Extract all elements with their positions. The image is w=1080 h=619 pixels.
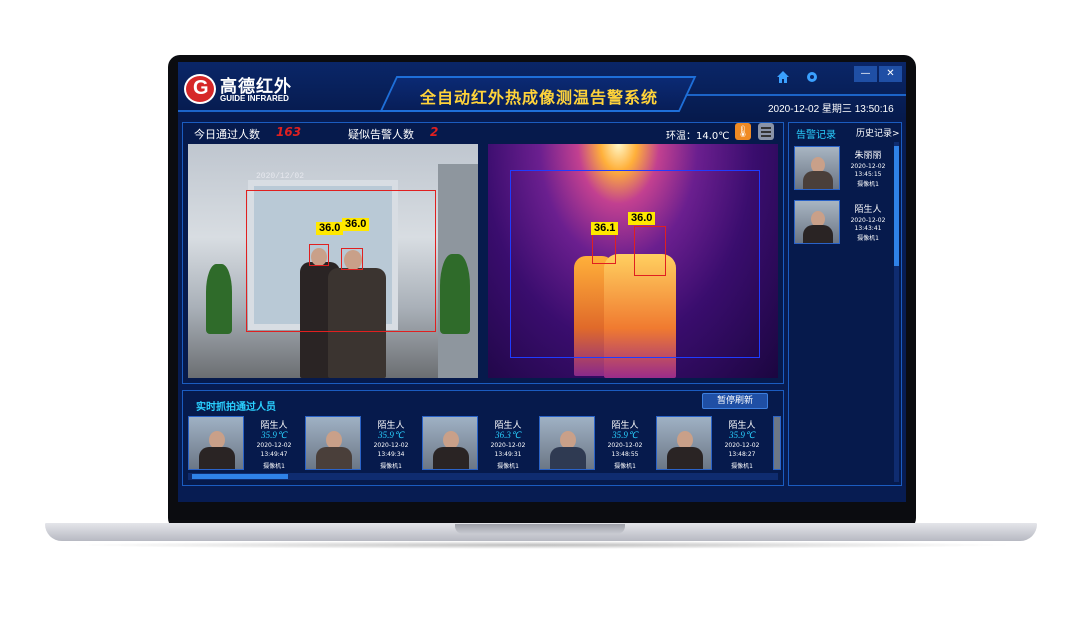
capture-card[interactable]: 陌生人 35.9℃ 2020-12-02 13:49:34 摄像机1 — [305, 416, 417, 472]
tab-history-records[interactable]: 历史记录> — [856, 126, 900, 139]
app-window: 高德红外 GUIDE INFRARED 全自动红外热成像测温告警系统 — ✕ 2… — [178, 62, 906, 502]
capture-device: 摄像机1 — [614, 463, 636, 470]
plant — [440, 254, 470, 334]
capture-device: 摄像机1 — [731, 463, 753, 470]
alarm-device: 摄像机1 — [857, 181, 879, 188]
face-box — [634, 226, 666, 276]
alarm-time: 13:43:41 — [854, 225, 882, 232]
thermometer-icon[interactable]: 🌡 — [735, 123, 751, 140]
logo-mark-icon — [184, 74, 216, 104]
temperature-tag: 36.1 — [591, 222, 619, 235]
close-button[interactable]: ✕ — [879, 66, 902, 82]
temperature-tag: 36.0 — [628, 212, 656, 225]
alarm-time: 13:45:15 — [854, 171, 882, 178]
capture-photo — [539, 416, 595, 470]
temperature-tag: 36.0 — [342, 218, 370, 231]
app-title: 全自动红外热成像测温告警系统 — [419, 88, 658, 107]
pause-refresh-button[interactable]: 暂停刷新 — [702, 393, 768, 409]
alarm-date: 2020-12-02 — [850, 163, 886, 170]
capture-device: 摄像机1 — [263, 463, 285, 470]
product-photo: 高德红外 GUIDE INFRARED 全自动红外热成像测温告警系统 — ✕ 2… — [0, 0, 1080, 619]
laptop-shadow — [65, 541, 1017, 549]
face-box — [592, 234, 616, 264]
face-box — [309, 244, 329, 266]
alarm-name: 朱丽丽 — [854, 151, 882, 161]
list-icon[interactable] — [758, 123, 774, 140]
logo-text-en: GUIDE INFRARED — [220, 94, 289, 103]
capture-card[interactable]: 陌生人 35.9℃ 2020-12-02 13:49:47 摄像机1 — [188, 416, 300, 472]
capture-photo-partial — [773, 416, 781, 470]
clock: 2020-12-02 星期三 13:50:16 — [768, 104, 894, 115]
passed-count-label: 今日通过人数 — [194, 128, 260, 141]
capture-time: 13:48:55 — [611, 451, 639, 458]
plant — [206, 264, 232, 334]
capture-device: 摄像机1 — [380, 463, 402, 470]
header-divider-right — [683, 94, 906, 96]
gear-icon[interactable] — [805, 70, 819, 84]
capture-card[interactable]: 陌生人 35.9℃ 2020-12-02 13:48:27 摄像机1 — [656, 416, 768, 472]
alarm-device: 摄像机1 — [857, 235, 879, 242]
capture-device: 摄像机1 — [497, 463, 519, 470]
ambient-temperature: 环温：14.0℃ — [666, 131, 730, 142]
alarm-record[interactable]: 陌生人 2020-12-02 13:43:41 摄像机1 — [794, 200, 894, 248]
suspect-count-label: 疑似告警人数 — [348, 128, 414, 141]
temperature-tag: 36.0 — [316, 222, 344, 235]
capture-date: 2020-12-02 — [607, 442, 643, 449]
alarm-date: 2020-12-02 — [850, 217, 886, 224]
tab-alarm-records[interactable]: 告警记录 — [796, 126, 836, 141]
capture-photo — [305, 416, 361, 470]
capture-temperature: 35.9℃ — [729, 430, 755, 440]
thermal-camera-view: 36.1 36.0 — [488, 144, 778, 378]
alarm-name: 陌生人 — [854, 205, 882, 215]
window-controls: — ✕ — [854, 66, 904, 82]
capture-date: 2020-12-02 — [256, 442, 292, 449]
capture-temperature: 35.9℃ — [378, 430, 404, 440]
video-timestamp: 2020/12/02 — [256, 172, 305, 181]
capture-time: 13:49:34 — [377, 451, 405, 458]
capture-scroll-thumb[interactable] — [192, 474, 288, 479]
alarm-record[interactable]: 朱丽丽 2020-12-02 13:45:15 摄像机1 — [794, 146, 894, 194]
capture-photo — [422, 416, 478, 470]
capture-title: 实时抓拍通过人员 — [196, 402, 276, 413]
capture-time: 13:48:27 — [728, 451, 756, 458]
capture-date: 2020-12-02 — [373, 442, 409, 449]
brand-logo: 高德红外 GUIDE INFRARED — [184, 72, 302, 106]
passed-count-value: 163 — [276, 125, 302, 139]
capture-photo — [656, 416, 712, 470]
capture-temperature: 36.3℃ — [495, 430, 521, 440]
suspect-count-value: 2 — [430, 125, 439, 139]
face-box — [341, 248, 363, 270]
capture-date: 2020-12-02 — [724, 442, 760, 449]
capture-temperature: 35.9℃ — [612, 430, 638, 440]
app-header: 高德红外 GUIDE INFRARED 全自动红外热成像测温告警系统 — ✕ 2… — [178, 62, 906, 120]
minimize-button[interactable]: — — [854, 66, 877, 82]
alarm-photo — [794, 146, 840, 190]
home-icon[interactable] — [776, 70, 790, 84]
visible-camera-view: 36.0 36.0 — [188, 144, 478, 378]
header-divider-left — [178, 110, 390, 112]
capture-card[interactable]: 陌生人 35.9℃ 2020-12-02 13:48:55 摄像机1 — [539, 416, 651, 472]
alarm-scroll-thumb[interactable] — [894, 146, 899, 266]
alarm-photo — [794, 200, 840, 244]
capture-date: 2020-12-02 — [490, 442, 526, 449]
capture-temperature: 35.9℃ — [261, 430, 287, 440]
laptop-notch — [455, 524, 625, 534]
capture-time: 13:49:31 — [494, 451, 522, 458]
capture-card[interactable]: 陌生人 36.3℃ 2020-12-02 13:49:31 摄像机1 — [422, 416, 534, 472]
capture-photo — [188, 416, 244, 470]
capture-time: 13:49:47 — [260, 451, 288, 458]
